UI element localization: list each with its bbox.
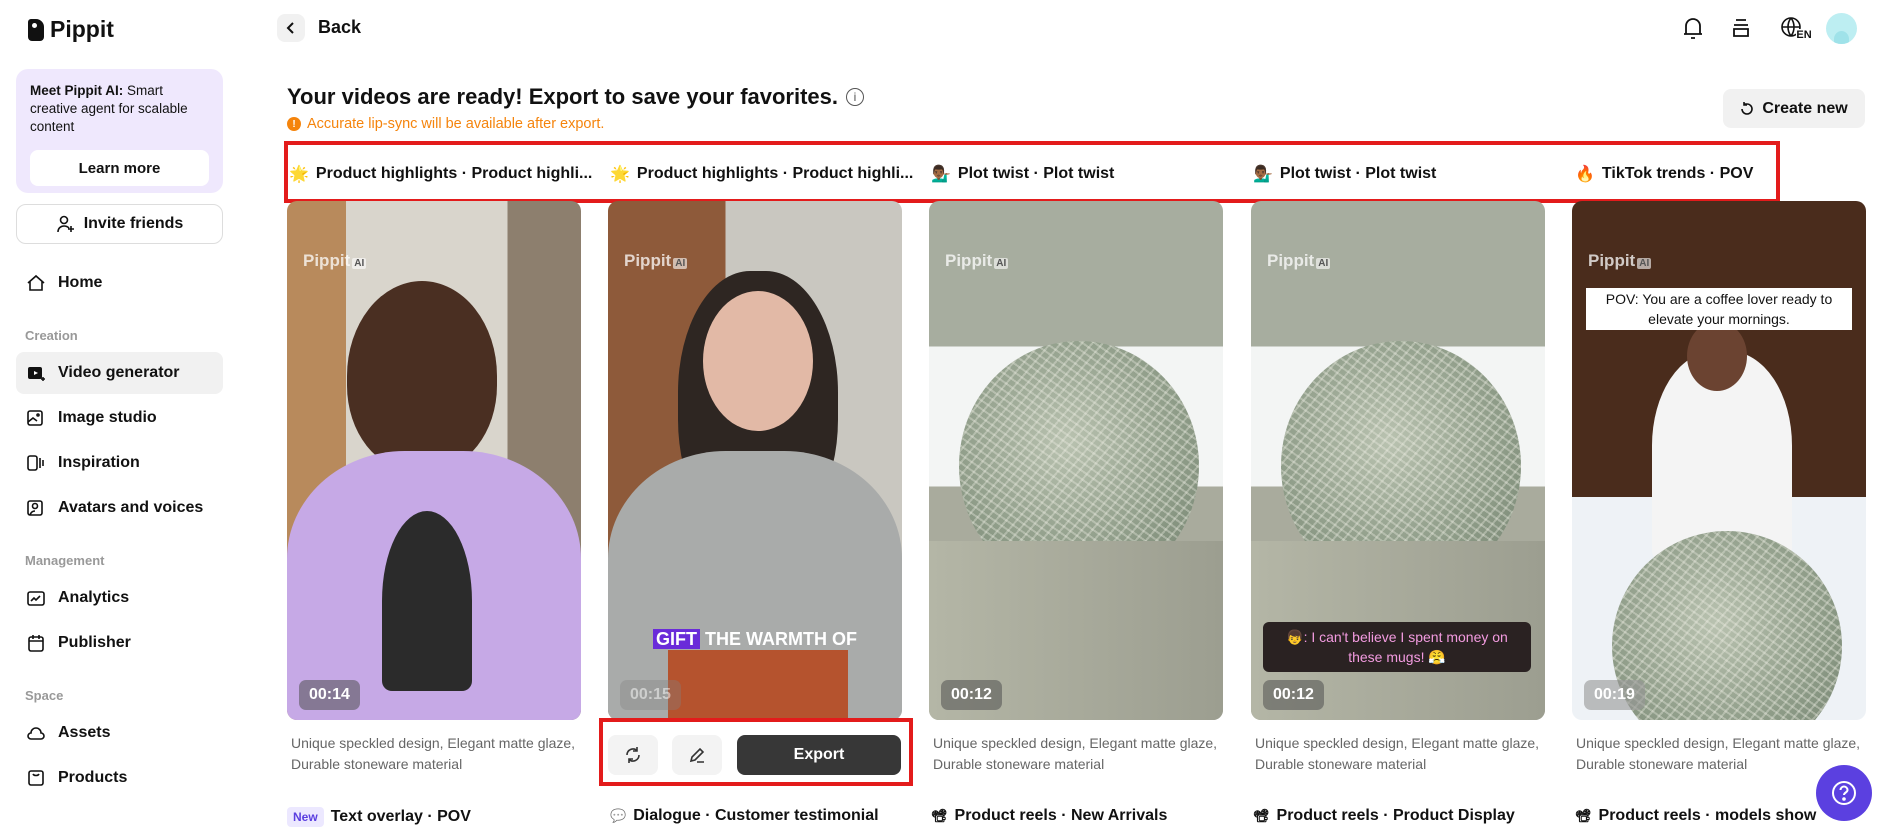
- sidebar-item-inspiration[interactable]: Inspiration: [16, 442, 223, 484]
- person-figure: [347, 281, 497, 471]
- next-row-label-2: 💬 Dialogue · Customer testimonial: [610, 807, 879, 824]
- section-creation: Creation: [25, 328, 78, 343]
- export-button[interactable]: Export: [737, 735, 901, 775]
- speech-bubble-icon: 💬: [610, 808, 627, 823]
- video-card-1[interactable]: Pippit AI 00:14: [287, 201, 581, 720]
- video-caption: POV: You are a coffee lover ready to ele…: [1586, 288, 1852, 330]
- watermark: Pippit AI: [303, 251, 367, 270]
- duration-badge: 00:19: [1584, 680, 1645, 710]
- video-icon: [28, 367, 45, 381]
- person-icon: 💁🏾‍♂️: [1253, 166, 1273, 183]
- sidebar-item-video-generator[interactable]: Video generator: [16, 352, 223, 394]
- subscription-button[interactable]: [1727, 14, 1755, 42]
- duration-badge: 00:12: [941, 680, 1002, 710]
- user-avatar[interactable]: [1826, 13, 1857, 44]
- sidebar-item-publisher[interactable]: Publisher: [16, 622, 223, 664]
- product-box-icon: [28, 770, 44, 786]
- bell-icon: [1684, 18, 1702, 39]
- notifications-button[interactable]: [1679, 14, 1707, 42]
- watermark: Pippit AI: [1588, 251, 1652, 270]
- tag-2: 🌟 Product highlights · Product highli...: [610, 165, 914, 183]
- cloud-icon: [27, 727, 45, 740]
- next-row-label-1: New Text overlay · POV: [287, 807, 471, 827]
- sidebar-item-image-studio[interactable]: Image studio: [16, 397, 223, 439]
- new-badge: New: [287, 807, 324, 827]
- reel-icon: 📽: [1575, 808, 1592, 823]
- next-row-label-5: 📽 Product reels · models show: [1575, 807, 1817, 824]
- sidebar-item-assets[interactable]: Assets: [16, 712, 223, 754]
- refresh-icon: [1741, 101, 1754, 115]
- info-icon[interactable]: i: [846, 88, 865, 106]
- home-icon: [27, 274, 45, 291]
- image-icon: [27, 410, 43, 426]
- sidebar-item-products[interactable]: Products: [16, 757, 223, 799]
- tag-1: 🌟 Product highlights · Product highli...: [289, 165, 593, 183]
- card-description: Unique speckled design, Elegant matte gl…: [933, 735, 1218, 772]
- sidebar-item-home[interactable]: Home: [16, 262, 223, 304]
- question-icon: [1832, 781, 1856, 805]
- invite-friends-button[interactable]: Invite friends: [16, 204, 223, 244]
- pillow: [668, 650, 848, 720]
- watermark: Pippit AI: [624, 251, 688, 270]
- card-description: Unique speckled design, Elegant matte gl…: [291, 735, 576, 772]
- page-title: Your videos are ready! Export to save yo…: [287, 84, 865, 110]
- inspiration-icon: [27, 455, 44, 471]
- tag-5: 🔥 TikTok trends · POV: [1575, 165, 1754, 183]
- back-link[interactable]: Back: [318, 17, 361, 38]
- help-button[interactable]: [1816, 765, 1872, 821]
- video-card-2[interactable]: Pippit AI GIFT THE WARMTH OF 00:15: [608, 201, 902, 720]
- alert-icon: !: [287, 117, 301, 131]
- watermark: Pippit AI: [945, 251, 1009, 270]
- duration-badge: 00:14: [299, 680, 360, 710]
- avatar-icon: [27, 500, 43, 516]
- person-icon: 💁🏾‍♂️: [931, 166, 951, 183]
- refresh-icon: [626, 747, 640, 763]
- calendar-icon: [28, 635, 44, 652]
- edit-button[interactable]: [672, 735, 722, 775]
- add-user-icon: [56, 215, 74, 233]
- tag-4: 💁🏾‍♂️ Plot twist · Plot twist: [1253, 165, 1437, 183]
- regenerate-button[interactable]: [608, 735, 658, 775]
- card-description: Unique speckled design, Elegant matte gl…: [1576, 735, 1861, 772]
- back-button[interactable]: [277, 14, 305, 42]
- promo-card: Meet Pippit AI: Smart creative agent for…: [16, 69, 223, 193]
- star-icon: 🌟: [610, 166, 630, 183]
- analytics-icon: [27, 591, 45, 606]
- learn-more-button[interactable]: Learn more: [30, 150, 209, 186]
- person-head: [1687, 321, 1747, 391]
- pippit-logo[interactable]: Pippit: [28, 16, 114, 43]
- reel-icon: 📽: [931, 808, 948, 823]
- sidebar-item-avatars-voices[interactable]: Avatars and voices: [16, 487, 223, 529]
- card-description: Unique speckled design, Elegant matte gl…: [1255, 735, 1540, 772]
- section-management: Management: [25, 553, 105, 568]
- pencil-icon: [689, 747, 705, 763]
- fire-icon: 🔥: [1575, 166, 1595, 183]
- video-card-3[interactable]: Pippit AI 00:12: [929, 201, 1223, 720]
- video-caption: GIFT THE WARMTH OF: [608, 629, 902, 650]
- melon-image: [1612, 531, 1842, 720]
- section-space: Space: [25, 688, 64, 703]
- stack-icon: [1733, 19, 1749, 37]
- tag-3: 💁🏾‍♂️ Plot twist · Plot twist: [931, 165, 1115, 183]
- lip-sync-warning: ! Accurate lip-sync will be available aft…: [287, 116, 604, 132]
- chevron-left-icon: [286, 22, 294, 34]
- video-caption: 👦: I can't believe I spent money on thes…: [1263, 622, 1531, 672]
- video-card-5[interactable]: Pippit AI POV: You are a coffee lover rea…: [1572, 201, 1866, 720]
- duration-badge: 00:12: [1263, 680, 1324, 710]
- watermark: Pippit AI: [1267, 251, 1331, 270]
- create-new-button[interactable]: Create new: [1723, 89, 1865, 128]
- video-card-4[interactable]: Pippit AI 👦: I can't believe I spent mone…: [1251, 201, 1545, 720]
- language-button[interactable]: EN: [1778, 14, 1814, 42]
- sidebar-item-analytics[interactable]: Analytics: [16, 577, 223, 619]
- duration-badge: 00:15: [620, 680, 681, 710]
- next-row-label-4: 📽 Product reels · Product Display: [1253, 807, 1515, 824]
- logo-icon: [28, 18, 44, 41]
- sweater-graphic: [382, 511, 472, 691]
- reel-icon: 📽: [1253, 808, 1270, 823]
- next-row-label-3: 📽 Product reels · New Arrivals: [931, 807, 1168, 824]
- face: [703, 291, 813, 431]
- star-icon: 🌟: [289, 166, 309, 183]
